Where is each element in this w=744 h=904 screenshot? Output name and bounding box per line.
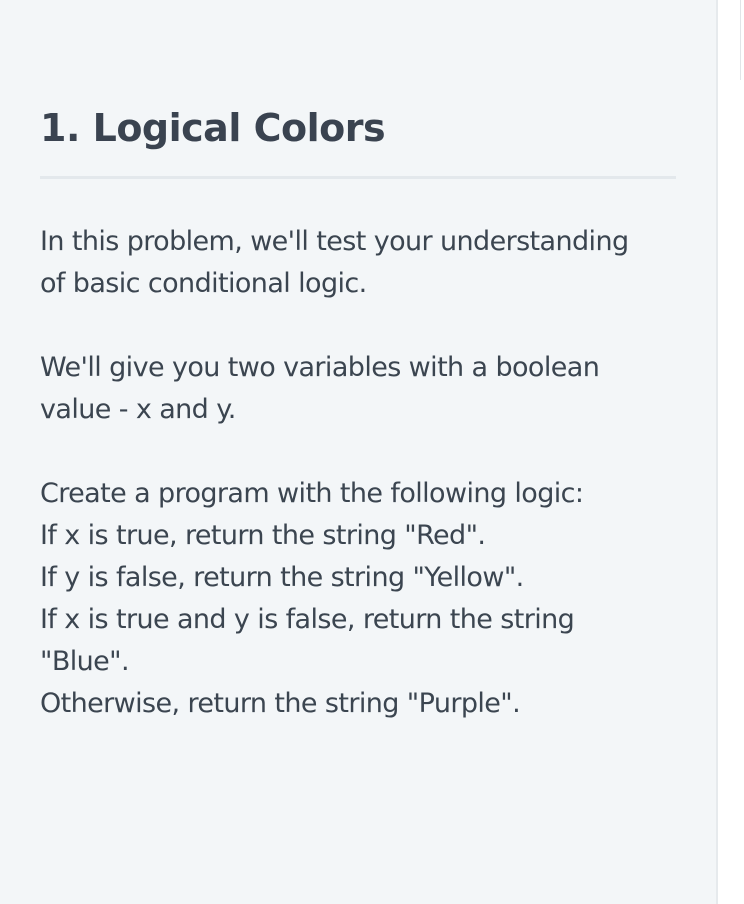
text-line: If x is true, return the string "Red".	[40, 520, 486, 551]
text-line: value - x and y.	[40, 394, 236, 425]
problem-paragraph-variables: We'll give you two variables with a bool…	[40, 347, 690, 431]
page: 1. Logical Colors In this problem, we'll…	[0, 0, 744, 904]
text-line: We'll give you two variables with a bool…	[40, 352, 600, 383]
text-line: If y is false, return the string "Yellow…	[40, 562, 524, 593]
editor-panel-edge	[718, 0, 744, 904]
text-line: If x is true and y is false, return the …	[40, 604, 575, 635]
editor-panel-border	[740, 0, 741, 80]
problem-paragraph-intro: In this problem, we'll test your underst…	[40, 221, 690, 305]
text-line: In this problem, we'll test your underst…	[40, 226, 629, 257]
text-line: "Blue".	[40, 646, 130, 677]
text-line: Create a program with the following logi…	[40, 478, 584, 509]
problem-description-panel: 1. Logical Colors In this problem, we'll…	[0, 0, 716, 904]
text-line: Otherwise, return the string "Purple".	[40, 688, 521, 719]
text-line: of basic conditional logic.	[40, 268, 367, 299]
problem-paragraph-logic: Create a program with the following logi…	[40, 473, 690, 725]
title-divider	[40, 176, 676, 179]
problem-title: 1. Logical Colors	[40, 106, 386, 150]
